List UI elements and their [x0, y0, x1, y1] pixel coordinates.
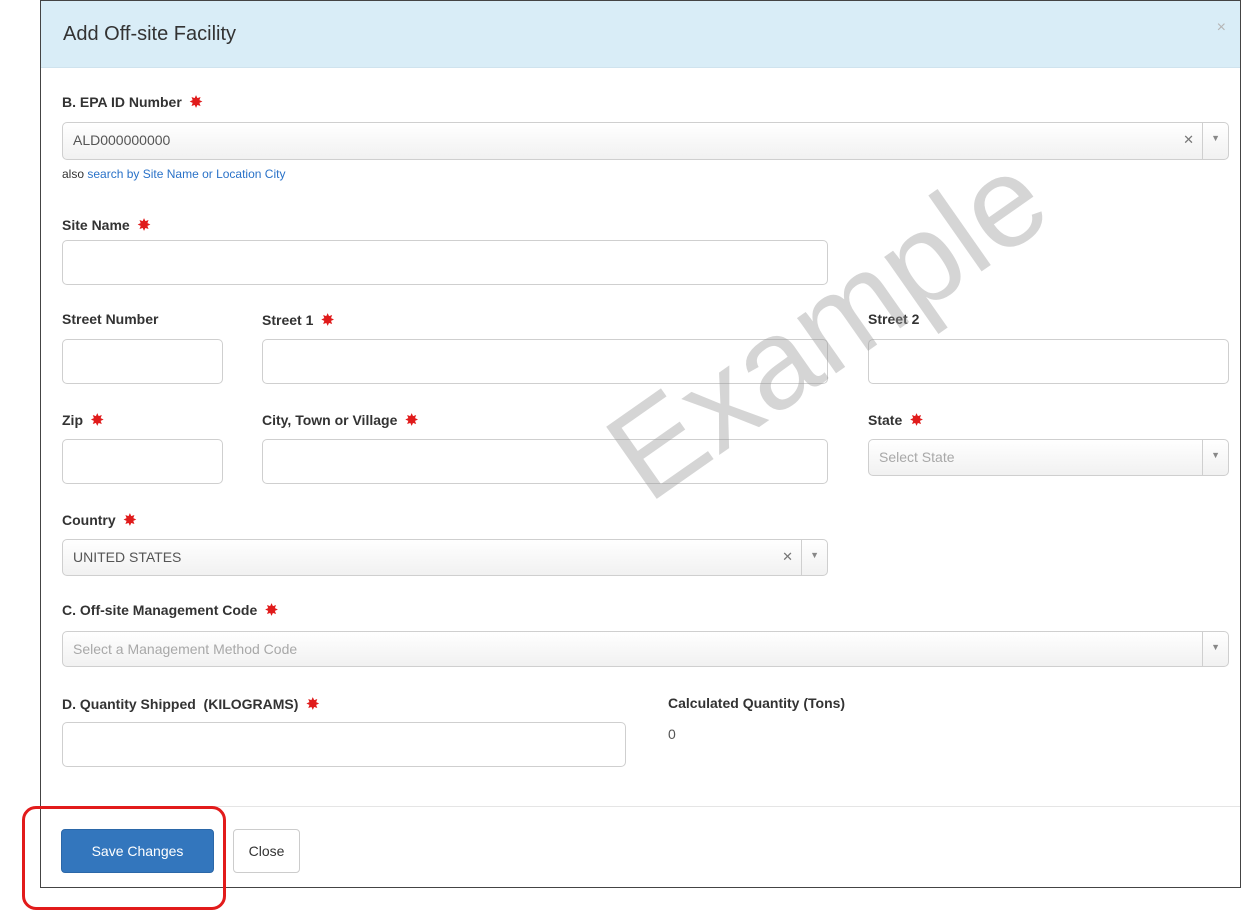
quantity-label: D. Quantity Shipped (KILOGRAMS) ✸ — [62, 695, 319, 713]
modal-header: Add Off-site Facility × — [41, 1, 1240, 68]
country-label-text: Country — [62, 512, 116, 528]
footer-divider — [41, 806, 1240, 807]
select-divider — [1202, 632, 1203, 666]
select-divider — [1202, 440, 1203, 475]
required-marker: ✸ — [321, 312, 334, 329]
epa-id-select[interactable]: ALD000000000 ✕ ▼ — [62, 122, 1229, 160]
epa-id-value: ALD000000000 — [73, 132, 171, 148]
calculated-quantity-label: Calculated Quantity (Tons) — [668, 695, 846, 711]
street-number-label: Street Number — [62, 311, 159, 327]
zip-label-text: Zip — [62, 412, 83, 428]
street2-label: Street 2 — [868, 311, 920, 327]
helper-prefix: also — [62, 167, 85, 181]
city-label: City, Town or Village ✸ — [262, 411, 418, 429]
street1-label: Street 1 ✸ — [262, 311, 334, 329]
street-number-input[interactable] — [62, 339, 223, 384]
required-marker: ✸ — [189, 94, 203, 111]
country-value: UNITED STATES — [73, 549, 182, 565]
required-marker: ✸ — [123, 512, 137, 529]
add-offsite-facility-modal: Add Off-site Facility × B. EPA ID Number… — [40, 0, 1241, 888]
state-select[interactable]: Select State ▼ — [868, 439, 1229, 476]
management-code-placeholder: Select a Management Method Code — [73, 641, 298, 657]
state-placeholder: Select State — [879, 449, 955, 465]
site-name-input[interactable] — [62, 240, 828, 285]
street1-input[interactable] — [262, 339, 828, 384]
chevron-down-icon[interactable]: ▼ — [810, 550, 819, 560]
street1-label-text: Street 1 — [262, 312, 314, 328]
city-input[interactable] — [262, 439, 828, 484]
street2-input[interactable] — [868, 339, 1229, 384]
close-button[interactable]: Close — [233, 829, 300, 873]
country-select[interactable]: UNITED STATES ✕ ▼ — [62, 539, 828, 576]
management-code-select[interactable]: Select a Management Method Code ▼ — [62, 631, 1229, 667]
required-marker: ✸ — [265, 602, 278, 619]
chevron-down-icon[interactable]: ▼ — [1211, 133, 1220, 143]
modal-title: Add Off-site Facility — [63, 23, 237, 45]
country-label: Country ✸ — [62, 511, 136, 529]
zip-input[interactable] — [62, 439, 223, 484]
city-label-text: City, Town or Village — [262, 412, 398, 428]
required-marker: ✸ — [306, 696, 320, 713]
epa-id-label-text: B. EPA ID Number — [62, 94, 182, 110]
management-code-label: C. Off-site Management Code ✸ — [62, 601, 278, 619]
close-icon[interactable]: × — [1217, 19, 1226, 37]
chevron-down-icon[interactable]: ▼ — [1211, 450, 1220, 460]
quantity-input[interactable] — [62, 722, 626, 767]
state-label: State ✸ — [868, 411, 923, 429]
state-label-text: State — [868, 412, 903, 428]
quantity-label-text: D. Quantity Shipped (KILOGRAMS) — [62, 696, 299, 712]
select-divider — [801, 540, 802, 575]
select-divider — [1202, 123, 1203, 159]
calculated-quantity-value: 0 — [668, 726, 676, 742]
site-name-label: Site Name ✸ — [62, 216, 150, 234]
management-code-label-text: C. Off-site Management Code — [62, 602, 258, 618]
required-marker: ✸ — [91, 412, 104, 429]
required-marker: ✸ — [910, 412, 923, 429]
epa-id-helper: also search by Site Name or Location Cit… — [62, 167, 285, 181]
chevron-down-icon[interactable]: ▼ — [1211, 642, 1220, 652]
required-marker: ✸ — [405, 412, 418, 429]
epa-id-label: B. EPA ID Number ✸ — [62, 93, 202, 111]
search-by-site-link[interactable]: search by Site Name or Location City — [87, 167, 285, 181]
zip-label: Zip ✸ — [62, 411, 104, 429]
clear-icon[interactable]: ✕ — [1183, 132, 1194, 148]
clear-icon[interactable]: ✕ — [782, 549, 793, 565]
required-marker: ✸ — [137, 217, 151, 234]
site-name-label-text: Site Name — [62, 217, 130, 233]
save-changes-button[interactable]: Save Changes — [61, 829, 214, 873]
